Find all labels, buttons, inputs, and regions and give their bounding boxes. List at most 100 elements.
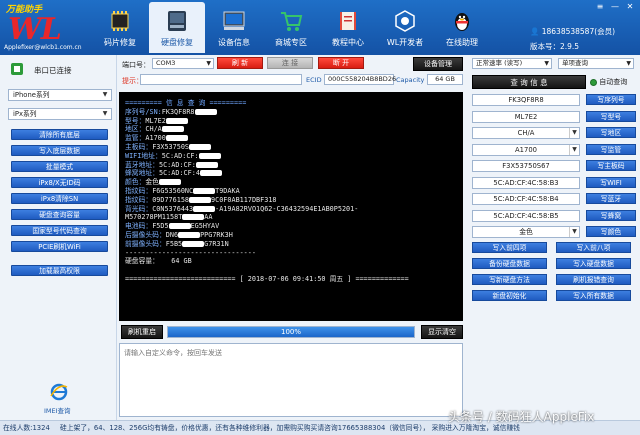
- terminal-row-key: 指纹码：: [125, 186, 153, 195]
- terminal-row-key: WIFI地址：: [125, 151, 162, 160]
- command-input[interactable]: [119, 343, 463, 417]
- write-serial-button[interactable]: 写序列号: [586, 94, 636, 105]
- redaction-mark: [199, 170, 222, 177]
- terminal-rows: 序列号/SN:FK3QF8R8 型号：ML7E2 地区：CH/A 监管：A1700 主板…: [125, 108, 457, 249]
- load-highest-permission-button[interactable]: 加载最高权限: [11, 265, 108, 276]
- clear-display-button[interactable]: 显示清空: [421, 325, 463, 339]
- color-field[interactable]: 金色 ▼: [472, 226, 580, 238]
- terminal-row: 监管：A1700: [125, 134, 457, 143]
- device-series-select[interactable]: iPhone系列 ▼: [8, 89, 112, 101]
- watermark: 头条号 / 数码狂人AppleFix: [448, 410, 595, 424]
- tab-chip-repair[interactable]: 码片修复: [92, 2, 148, 53]
- write-mainboard-button[interactable]: 写主板码: [586, 160, 636, 171]
- refresh-button[interactable]: 刷 新: [217, 57, 263, 69]
- redaction-mark: [189, 143, 212, 150]
- terminal-row: 背光码：C0N5376443 -A19A82RVO1Q62-C36432594E1…: [125, 205, 457, 214]
- model-field[interactable]: ML7E2: [472, 110, 580, 123]
- country-model-query-button[interactable]: 国家型号代码查询: [11, 225, 108, 236]
- terminal-row: 主板码：F3X53750S: [125, 143, 457, 152]
- terminal-row-key: 后摄像头码：: [125, 230, 166, 239]
- close-icon[interactable]: ✕: [624, 2, 636, 12]
- flash-reboot-button[interactable]: 刷机重启: [121, 325, 163, 339]
- batch-mode-button[interactable]: 批量模式: [11, 161, 108, 172]
- imei-query-label[interactable]: IMEI查询: [44, 405, 71, 415]
- terminal-row-key: 主板码：: [125, 142, 153, 151]
- port-select[interactable]: COM3 ▼: [152, 58, 214, 69]
- capacity-field: 64 GB: [427, 74, 463, 85]
- write-first-four-button[interactable]: 写入前四项: [472, 242, 547, 253]
- write-color-button[interactable]: 写颜色: [586, 226, 636, 237]
- chevron-down-icon: ▼: [102, 110, 108, 117]
- tab-developer[interactable]: WL开发者: [377, 2, 433, 53]
- tab-device-info[interactable]: 设备信息: [206, 2, 262, 53]
- terminal-row: 型号：ML7E2: [125, 117, 457, 126]
- write-disk-data-button[interactable]: 写入硬盘数据: [556, 258, 631, 269]
- wifi-field[interactable]: 5C:AD:CF:4C:58:B3: [472, 176, 580, 189]
- backup-disk-data-button[interactable]: 备份硬盘数据: [472, 258, 547, 269]
- chevron-down-icon: ▼: [626, 60, 631, 67]
- new-disk-init-button[interactable]: 新盘初始化: [472, 290, 547, 301]
- disk-capacity-query-button[interactable]: 硬盘查询容量: [11, 209, 108, 220]
- chevron-down-icon: ▼: [206, 60, 211, 67]
- menu-icon[interactable]: ≡: [594, 2, 606, 12]
- pcie-flash-wifi-button[interactable]: PCIE刷机WiFi: [11, 241, 108, 252]
- terminal-capacity: 硬盘容量： 64 GB: [125, 257, 192, 266]
- disk-icon: [168, 11, 186, 31]
- write-model-button[interactable]: 写型号: [586, 110, 636, 122]
- clear-all-base-button[interactable]: 清除所有底层: [11, 129, 108, 140]
- user-phone[interactable]: 👤 18638538587(会员): [530, 24, 638, 39]
- chevron-down-icon: ▼: [544, 60, 549, 67]
- terminal-row: 指纹码：F6G53560NC T9DAKA: [125, 187, 457, 196]
- terminal-row-value: 5C:AD:CF:: [158, 160, 196, 169]
- book-icon: [340, 12, 356, 30]
- query-info-button[interactable]: 查 询 信 息: [472, 75, 586, 89]
- speed-select[interactable]: 正常速率 (读写) ▼: [472, 58, 552, 69]
- no-id-code-button[interactable]: iPx8/X无ID码: [11, 177, 108, 188]
- write-regulatory-button[interactable]: 写监管: [586, 143, 636, 155]
- region-field[interactable]: CH/A ▼: [472, 127, 580, 139]
- model-series-select[interactable]: iPx系列 ▼: [8, 108, 112, 120]
- terminal-row-key: 指纹码：: [125, 195, 153, 204]
- query-mode-select[interactable]: 单项查询 ▼: [558, 58, 634, 69]
- redaction-mark: [168, 223, 191, 230]
- terminal-row-tail: AA: [204, 213, 213, 222]
- write-wifi-button[interactable]: 写WIFI: [586, 176, 636, 188]
- regulatory-field[interactable]: A1700 ▼: [472, 143, 580, 156]
- bluetooth-field[interactable]: 5C:AD:CF:4C:58:B4: [472, 193, 580, 205]
- terminal-row-value: C0N5376443: [152, 204, 194, 213]
- auto-query-radio[interactable]: 自动查询: [590, 77, 627, 87]
- disconnect-button[interactable]: 断 开: [318, 57, 364, 69]
- tab-disk-repair[interactable]: 硬盘修复: [149, 2, 205, 53]
- minimize-icon[interactable]: —: [609, 2, 621, 12]
- write-region-button[interactable]: 写地区: [586, 127, 636, 138]
- terminal-row-key: 地区：: [125, 125, 146, 134]
- tab-shop[interactable]: 商城专区: [263, 2, 319, 53]
- connect-button[interactable]: 连 接: [267, 57, 313, 69]
- serial-field[interactable]: FK3QF8R8: [472, 94, 580, 106]
- clear-sn-button[interactable]: iPx8清除SN: [11, 193, 108, 204]
- write-cellular-button[interactable]: 写蜂窝: [586, 209, 636, 221]
- terminal-row: 电池码：F5D5 EG5HYAV: [125, 222, 457, 231]
- chevron-down-icon: ▼: [102, 91, 108, 98]
- write-first-eight-button[interactable]: 写入前八项: [556, 242, 631, 253]
- ecid-field: 000C558204B8BD26: [324, 74, 396, 85]
- flash-error-query-button[interactable]: 刷机报错查询: [556, 274, 631, 285]
- terminal-row-key: 序列号/SN:: [125, 107, 162, 116]
- terminal-row-value: 5C:AD:CF:: [161, 151, 199, 160]
- chip-icon: [111, 11, 129, 31]
- terminal-row-key: 监管：: [125, 134, 146, 143]
- device-manage-button[interactable]: 设备管理: [413, 57, 463, 71]
- terminal-header: ========= 信 息 查 询 =========: [125, 99, 247, 107]
- cellular-field[interactable]: 5C:AD:CF:4C:58:B5: [472, 209, 580, 222]
- new-disk-method-button[interactable]: 写新硬盘方法: [472, 274, 547, 285]
- tab-tutorials[interactable]: 教程中心: [320, 2, 376, 53]
- terminal-row-tail: PPG7RK3H: [200, 230, 233, 239]
- tab-online-assistant[interactable]: 在线助理: [434, 2, 490, 53]
- tab-label: 硬盘修复: [161, 38, 193, 47]
- mainboard-field[interactable]: F3X53750S67: [472, 160, 580, 172]
- ie-icon[interactable]: [50, 383, 68, 401]
- write-bluetooth-button[interactable]: 写蓝牙: [586, 193, 636, 204]
- write-base-data-button[interactable]: 写入底层数据: [11, 145, 108, 156]
- write-all-data-button[interactable]: 写入所有数据: [556, 290, 631, 301]
- serial-status: 串口已连接: [34, 66, 72, 75]
